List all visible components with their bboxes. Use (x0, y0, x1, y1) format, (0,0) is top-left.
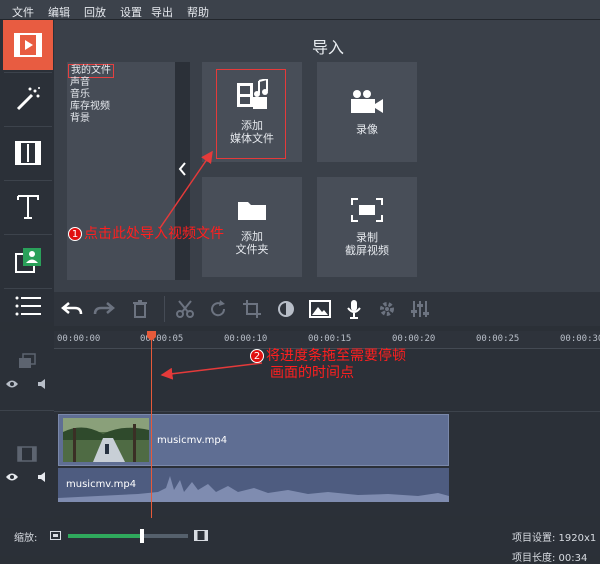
step2-badge: 2 (250, 349, 264, 363)
step2-annotation: 2 将进度条拖至需要停顿 画面的时间点 (250, 348, 406, 382)
status-bar: 缩放: 项目设置: 1920x1 项目长度: 00:34 (0, 520, 600, 564)
step1-badge: 1 (68, 227, 82, 241)
zoom-label: 缩放: (14, 533, 38, 544)
step1-annotation: 1 点击此处导入视频文件 (68, 226, 224, 243)
zoom-slider-fill (68, 534, 142, 538)
zoom-in-icon[interactable] (194, 530, 208, 541)
annotation-arrows (159, 150, 263, 380)
step2-line1: 将进度条拖至需要停顿 (266, 348, 406, 364)
step2-line2: 画面的时间点 (270, 365, 354, 381)
project-settings: 项目设置: 1920x1 (512, 533, 597, 544)
project-length: 项目长度: 00:34 (512, 553, 588, 564)
zoom-out-icon[interactable] (50, 531, 61, 540)
zoom-slider-thumb[interactable] (140, 529, 144, 543)
step1-text: 点击此处导入视频文件 (84, 226, 224, 242)
